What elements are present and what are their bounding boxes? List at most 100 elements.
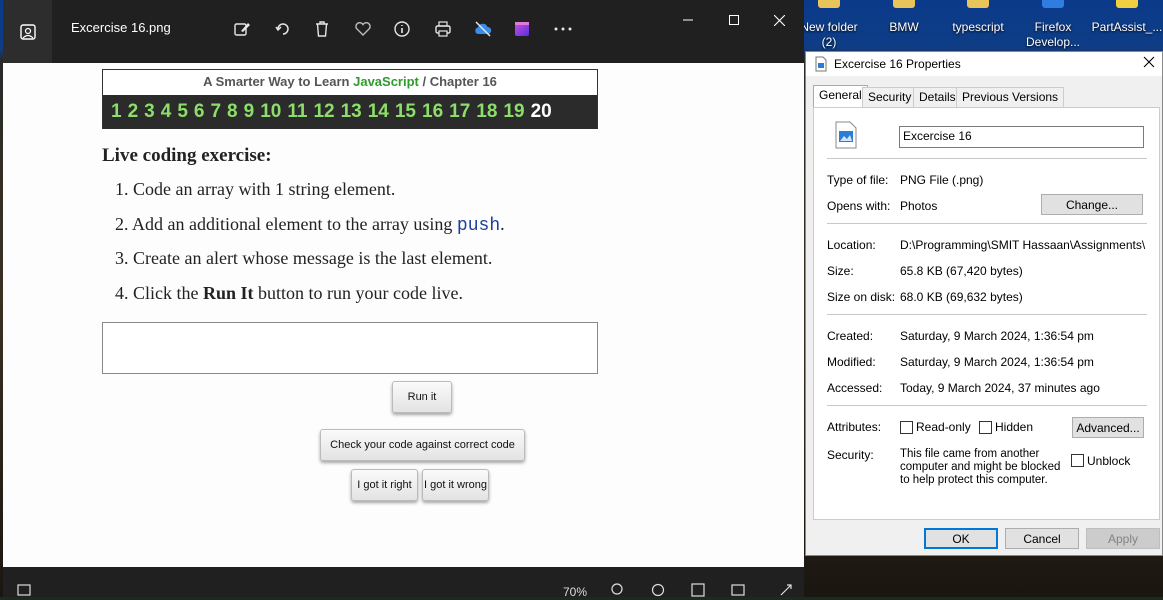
firefox-icon — [1042, 0, 1064, 8]
step-text: Click the — [133, 282, 203, 303]
location-label: Location: — [827, 238, 876, 252]
banner-javascript: JavaScript — [353, 74, 419, 89]
folder-icon — [893, 0, 915, 8]
folder-icon — [818, 0, 840, 8]
desktop-icon-typescript[interactable]: typescript — [942, 0, 1014, 35]
step-text-end: . — [500, 213, 505, 234]
location-value: D:\Programming\SMIT Hassaan\Assignments\… — [900, 238, 1146, 252]
desktop-icon-partassist[interactable]: PartAssist_... — [1091, 0, 1163, 35]
desktop-icon-firefox[interactable]: Firefox Develop... — [1017, 0, 1089, 50]
file-icon — [815, 56, 827, 75]
properties-dialog: Excercise 16 Properties General Security… — [805, 51, 1163, 556]
step-code: push — [456, 215, 501, 236]
maximize-button[interactable] — [712, 6, 756, 34]
general-tab-panel: Excercise 16 Type of file: PNG File (.pn… — [813, 107, 1160, 520]
advanced-button[interactable]: Advanced... — [1072, 417, 1144, 438]
accessed-label: Accessed: — [827, 381, 883, 395]
close-window-button[interactable] — [757, 6, 801, 34]
desktop-icon-bmw[interactable]: BMW — [868, 0, 940, 35]
favorite-icon[interactable] — [352, 18, 374, 40]
tab-general[interactable]: General — [813, 85, 868, 108]
size-label: Size: — [827, 264, 854, 278]
info-icon[interactable] — [391, 18, 413, 40]
read-only-label[interactable]: Read-only — [916, 420, 971, 434]
chapter-link: 12 — [313, 101, 335, 122]
fit-icon[interactable] — [691, 583, 705, 600]
opens-value: Photos — [900, 199, 938, 213]
unblock-checkbox[interactable] — [1071, 454, 1084, 467]
cloud-off-icon[interactable] — [472, 18, 494, 40]
filmstrip-icon[interactable] — [17, 583, 31, 600]
cancel-button[interactable]: Cancel — [1005, 528, 1079, 549]
chapter-link: 17 — [449, 101, 471, 122]
banner-suffix: / Chapter 16 — [418, 74, 497, 89]
close-icon — [1143, 56, 1155, 68]
chapter-link: 10 — [260, 101, 282, 122]
run-it-button: Run it — [392, 381, 452, 413]
type-label: Type of file: — [827, 173, 889, 187]
hidden-label[interactable]: Hidden — [995, 420, 1033, 434]
properties-close-button[interactable] — [1143, 56, 1155, 71]
photos-bottom-bar: 70% — [3, 567, 804, 600]
chapter-link: 15 — [394, 101, 416, 122]
unblock-label[interactable]: Unblock — [1087, 454, 1130, 468]
zoom-out-icon[interactable] — [611, 583, 625, 600]
chapter-link: 11 — [287, 101, 308, 122]
step-text: Code an array with 1 string element. — [133, 179, 396, 199]
chapter-link: 9 — [243, 101, 255, 122]
step-bold: Run It — [203, 282, 254, 303]
chapter-link: 16 — [422, 101, 444, 122]
tab-security[interactable]: Security — [862, 87, 918, 107]
created-label: Created: — [827, 329, 874, 343]
check-code-button: Check your code against correct code — [320, 429, 525, 461]
exercise-steps: 1. Code an array with 1 string element. … — [115, 179, 505, 317]
chapter-link: 3 — [144, 101, 155, 122]
divider — [827, 158, 1147, 159]
size-on-disk-value: 68.0 KB (69,632 bytes) — [900, 290, 1023, 304]
minimize-button[interactable] — [666, 6, 710, 34]
change-button[interactable]: Change... — [1041, 194, 1143, 215]
tab-details[interactable]: Details — [913, 87, 962, 107]
chapter-link: 6 — [193, 101, 205, 122]
ok-button[interactable]: OK — [924, 528, 998, 549]
step-number: 2. — [115, 213, 129, 234]
desktop-icon-label: Firefox Develop... — [1025, 20, 1081, 49]
tab-previous-versions[interactable]: Previous Versions — [956, 87, 1065, 107]
opens-label: Opens with: — [827, 199, 891, 213]
type-value: PNG File (.png) — [900, 173, 984, 187]
apply-button[interactable]: Apply — [1086, 528, 1160, 549]
photos-app-icon[interactable] — [3, 0, 52, 63]
step-text-end: button to run your code live. — [253, 282, 463, 303]
read-only-checkbox[interactable] — [900, 421, 913, 434]
modified-value: Saturday, 9 March 2024, 1:36:54 pm — [900, 355, 1094, 369]
edit-icon[interactable] — [231, 18, 253, 40]
rotate-icon[interactable] — [272, 18, 294, 40]
chapter-link: 19 — [503, 101, 525, 122]
print-icon[interactable] — [432, 18, 454, 40]
attributes-label: Attributes: — [827, 420, 882, 434]
file-name-input[interactable]: Excercise 16 — [899, 126, 1144, 148]
fullscreen-icon[interactable] — [779, 583, 793, 600]
security-label: Security: — [827, 448, 874, 462]
divider — [827, 223, 1147, 224]
desktop-icon-label: BMW — [889, 20, 919, 34]
hidden-checkbox[interactable] — [979, 421, 992, 434]
file-title: Excercise 16.png — [71, 20, 171, 35]
size-on-disk-label: Size on disk: — [827, 290, 896, 304]
more-icon[interactable] — [552, 18, 574, 40]
image-canvas[interactable]: A Smarter Way to Learn JavaScript / Chap… — [3, 63, 804, 567]
zoom-in-icon[interactable] — [651, 583, 665, 600]
folder-icon — [967, 0, 989, 8]
slideshow-icon[interactable] — [731, 583, 745, 600]
modified-label: Modified: — [827, 355, 876, 369]
step-number: 1. — [115, 179, 129, 199]
code-textarea — [102, 322, 598, 374]
chapter-link: 7 — [210, 101, 222, 122]
chapter-link: 2 — [127, 101, 139, 122]
accessed-value: Today, 9 March 2024, 37 minutes ago — [900, 381, 1100, 395]
clipchamp-icon[interactable] — [511, 18, 533, 40]
chapter-banner: A Smarter Way to Learn JavaScript / Chap… — [102, 69, 598, 129]
exercise-heading: Live coding exercise: — [102, 145, 272, 166]
delete-icon[interactable] — [311, 18, 333, 40]
step-item: 4. Click the Run It button to run your c… — [115, 283, 505, 318]
